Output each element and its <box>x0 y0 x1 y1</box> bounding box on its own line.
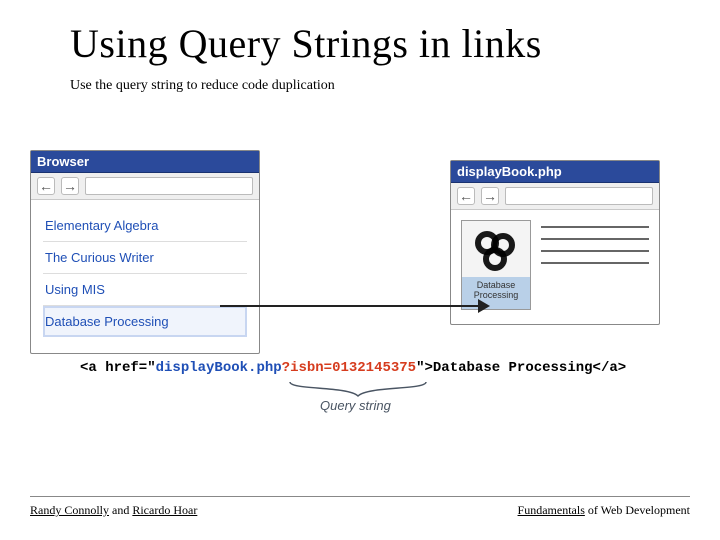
book-link-selected[interactable]: Database Processing <box>43 306 247 337</box>
book-link[interactable]: The Curious Writer <box>43 242 247 274</box>
url-input[interactable] <box>85 177 253 195</box>
code-filename: displayBook.php <box>156 360 282 376</box>
code-text: <a href=" <box>80 360 156 376</box>
arrow-line <box>220 305 480 307</box>
cover-art <box>471 229 521 274</box>
browser-window: Browser ← → Elementary Algebra The Curio… <box>30 150 260 354</box>
back-button[interactable]: ← <box>37 177 55 195</box>
book-link[interactable]: Elementary Algebra <box>43 210 247 242</box>
footer-book-title: Fundamentals of Web Development <box>518 503 690 518</box>
footer-text: of Web Development <box>585 503 690 517</box>
author-name: Randy Connolly <box>30 503 109 517</box>
detail-titlebar: displayBook.php <box>451 161 659 183</box>
footer-text: and <box>109 503 132 517</box>
code-question-mark: ? <box>282 360 290 376</box>
author-name: Ricardo Hoar <box>132 503 197 517</box>
browser-titlebar: Browser <box>31 151 259 173</box>
forward-button[interactable]: → <box>61 177 79 195</box>
browser-body: Elementary Algebra The Curious Writer Us… <box>31 200 259 353</box>
code-text: "> <box>416 360 433 376</box>
slide-footer: Randy Connolly and Ricardo Hoar Fundamen… <box>30 496 690 518</box>
forward-button[interactable]: → <box>481 187 499 205</box>
book-link[interactable]: Using MIS <box>43 274 247 306</box>
curly-brace-icon <box>288 380 428 398</box>
footer-authors: Randy Connolly and Ricardo Hoar <box>30 503 197 518</box>
page-subtitle: Use the query string to reduce code dupl… <box>70 78 335 94</box>
diagram: Browser ← → Elementary Algebra The Curio… <box>30 150 690 430</box>
code-example: <a href="displayBook.php?isbn=0132145375… <box>80 360 626 376</box>
query-string-label: Query string <box>320 398 391 413</box>
page-title: Using Query Strings in links <box>70 20 542 67</box>
code-query-string: isbn=0132145375 <box>290 360 416 376</box>
detail-toolbar: ← → <box>451 183 659 210</box>
slide: Using Query Strings in links Use the que… <box>0 0 720 540</box>
url-input[interactable] <box>505 187 653 205</box>
browser-toolbar: ← → <box>31 173 259 200</box>
arrow-head-icon <box>478 299 490 313</box>
back-button[interactable]: ← <box>457 187 475 205</box>
detail-text-placeholder <box>541 220 649 310</box>
book-cover: Database Processing <box>461 220 531 310</box>
footer-text: Fundamentals <box>518 503 585 517</box>
code-text: </a> <box>593 360 627 376</box>
code-link-text: Database Processing <box>433 360 593 376</box>
